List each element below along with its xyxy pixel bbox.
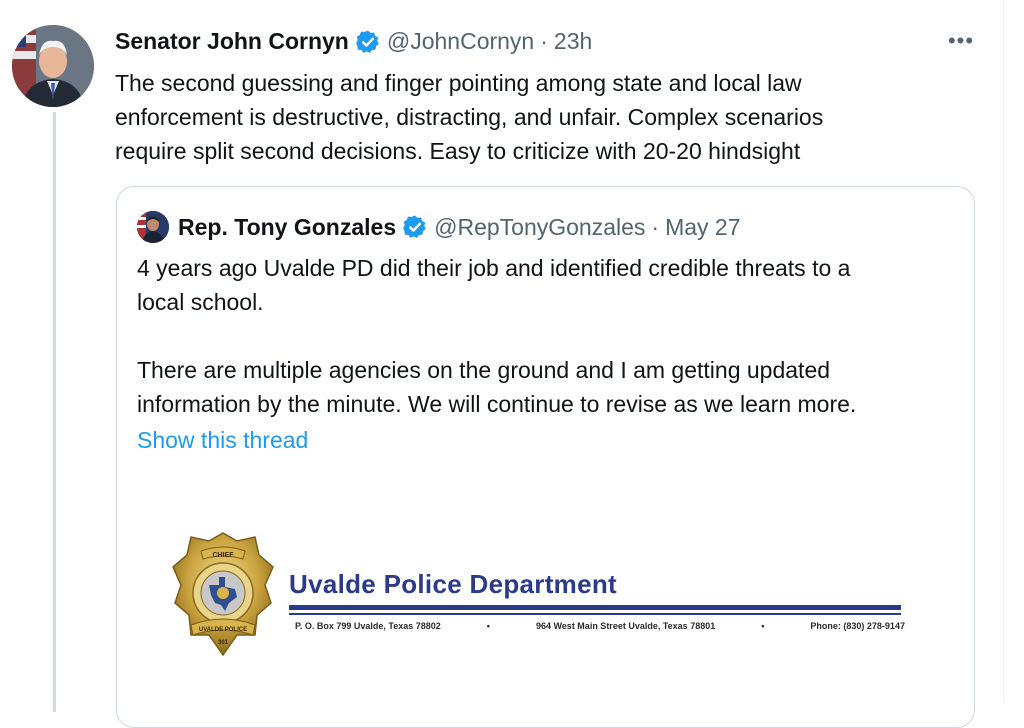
- separator-dot: ·: [651, 213, 660, 240]
- quoted-text-line: information by the minute. We will conti…: [137, 391, 857, 417]
- street-address: 964 West Main Street Uvalde, Texas 78801: [535, 621, 716, 631]
- tweet-text-line: The second guessing and finger pointing …: [115, 70, 802, 96]
- letterhead-title: Uvalde Police Department: [289, 569, 617, 599]
- quoted-tweet-image[interactable]: CHIEF UVALDE POLICE 301 Uvalde Police De…: [171, 525, 911, 660]
- quoted-tweet-card[interactable]: Rep. Tony Gonzales @RepTonyGonzales · Ma…: [116, 186, 975, 728]
- show-thread-link[interactable]: Show this thread: [137, 427, 308, 454]
- more-options-icon[interactable]: •••: [944, 26, 978, 56]
- letterhead-rule: [289, 605, 901, 610]
- tweet-text: The second guessing and finger pointing …: [115, 66, 975, 168]
- quoted-text-line: local school.: [137, 289, 264, 315]
- police-badge-icon: CHIEF UVALDE POLICE 301: [172, 532, 274, 657]
- quoted-tweet-timestamp: May 27: [665, 213, 741, 240]
- thread-line: [53, 112, 56, 712]
- quoted-author-name: Rep. Tony Gonzales: [178, 213, 397, 240]
- quoted-author-avatar: [137, 211, 169, 243]
- author-handle[interactable]: @JohnCornyn: [387, 28, 534, 55]
- phone-number: Phone: (830) 278-9147: [810, 621, 905, 631]
- quoted-text-line: There are multiple agencies on the groun…: [137, 357, 831, 383]
- letterhead-address: P. O. Box 799 Uvalde, Texas 78802 • 964 …: [295, 621, 905, 631]
- column-border: [1003, 0, 1004, 703]
- separator-dot: ·: [540, 28, 548, 54]
- badge-top-text: CHIEF: [213, 552, 235, 559]
- quoted-author-handle: @RepTonyGonzales: [434, 213, 646, 240]
- verified-badge-icon: [355, 29, 381, 55]
- badge-number-text: 301: [218, 640, 229, 646]
- verified-badge-icon: [402, 214, 428, 240]
- tweet-timestamp[interactable]: 23h: [554, 28, 592, 55]
- quoted-tweet-text: 4 years ago Uvalde PD did their job and …: [137, 251, 957, 421]
- quoted-tweet-header: Rep. Tony Gonzales @RepTonyGonzales · Ma…: [137, 211, 741, 243]
- tweet-header: Senator John Cornyn @JohnCornyn · 23h: [115, 28, 592, 55]
- address-bullet: •: [486, 621, 490, 631]
- letterhead-rule: [289, 613, 901, 615]
- po-box: P. O. Box 799 Uvalde, Texas 78802: [295, 621, 441, 631]
- tweet-text-line: require split second decisions. Easy to …: [115, 138, 801, 164]
- badge-bottom-text: UVALDE POLICE: [199, 627, 247, 633]
- author-name[interactable]: Senator John Cornyn: [115, 28, 349, 55]
- author-avatar[interactable]: [12, 25, 94, 107]
- quoted-text-line: 4 years ago Uvalde PD did their job and …: [137, 255, 851, 281]
- address-bullet: •: [761, 621, 765, 631]
- tweet-text-line: enforcement is destructive, distracting,…: [115, 104, 824, 130]
